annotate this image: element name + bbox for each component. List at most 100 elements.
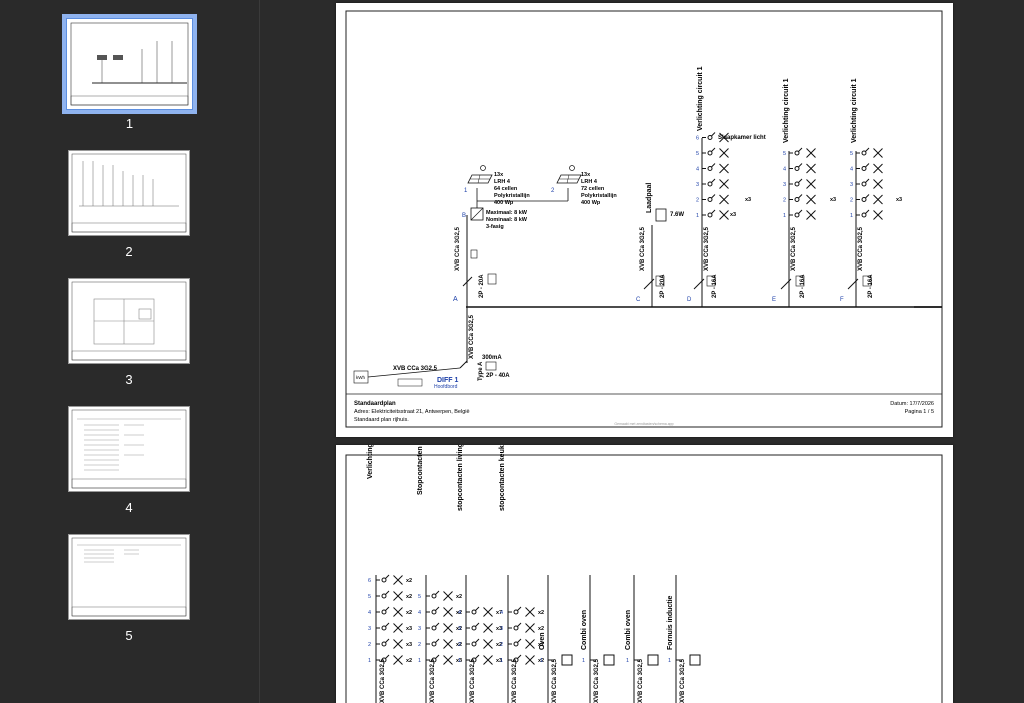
row-number: 3 xyxy=(368,626,371,632)
page2-column: stopcontacten living1 x32 x23 x34 x7XVB CCa … xyxy=(457,445,502,703)
svg-text:2P - 20A: 2P - 20A xyxy=(660,274,666,298)
page2-column-title: stopcontacten living xyxy=(457,445,464,511)
page-thumbnail-2[interactable] xyxy=(68,150,190,236)
thumbnail-label-4: 4 xyxy=(125,500,133,515)
row-number: 4 xyxy=(418,610,421,616)
solar-panel-1: 1 13x LRH 4 64 cellen Polykristallijn 40… xyxy=(464,165,530,206)
row-number: 3 xyxy=(696,182,699,188)
switch-icon xyxy=(707,181,713,187)
row-number: 4 xyxy=(368,610,371,616)
page2-column: Stopcontacten slaapkamers + gang1x32x23x… xyxy=(417,445,462,703)
plan-description: Standaard plan rijhuis. xyxy=(354,417,409,423)
page-thumbnail-1[interactable] xyxy=(62,14,197,114)
switch-icon xyxy=(861,197,867,202)
page2-column-title: Fornuis inductie xyxy=(667,595,674,650)
svg-text:x3: x3 xyxy=(896,197,902,203)
thumbnail-label-1: 1 xyxy=(125,116,134,131)
switch-icon xyxy=(381,641,387,647)
page2-column-title: Stopcontacten slaapkamers + gang xyxy=(417,445,424,495)
count-label: x3 xyxy=(406,626,412,632)
page-thumbnail-4[interactable] xyxy=(68,406,190,492)
thumbnail-2-preview xyxy=(71,153,187,233)
switch-icon xyxy=(471,641,477,647)
document-page-1: A XVB CCa 3G2,5 2P - 20A B Maximaal: 8 k… xyxy=(336,3,953,437)
row-number: 2 xyxy=(458,642,461,648)
svg-text:x3: x3 xyxy=(745,197,751,203)
svg-text:7.6W: 7.6W xyxy=(670,212,684,218)
switch-icon xyxy=(794,212,800,218)
circuit-e-title: Verlichting circuit 1 xyxy=(783,78,790,143)
switch-icon xyxy=(431,625,437,631)
svg-text:13x: 13x xyxy=(581,172,591,178)
svg-text:Nominaal: 8 kW: Nominaal: 8 kW xyxy=(486,217,528,223)
circuit-f-title: Verlichting circuit 1 xyxy=(851,78,858,143)
branch-a-label: A xyxy=(453,296,458,303)
count-label: x2 xyxy=(456,594,462,600)
row-number: 2 xyxy=(850,198,853,204)
switch-icon xyxy=(471,625,477,631)
svg-text:LRH 4: LRH 4 xyxy=(581,179,598,185)
page-thumbnail-5[interactable] xyxy=(68,534,190,620)
row-number: 4 xyxy=(783,167,786,173)
schematic-page-1: A XVB CCa 3G2,5 2P - 20A B Maximaal: 8 k… xyxy=(345,10,943,428)
row-number: 4 xyxy=(458,610,461,616)
cable-a-label: XVB CCa 3G2,5 xyxy=(455,226,461,271)
svg-text:2P - 20A: 2P - 20A xyxy=(479,274,485,298)
svg-text:64 cellen: 64 cellen xyxy=(494,186,518,192)
svg-text:XVB CCa 3G2,5: XVB CCa 3G2,5 xyxy=(791,226,797,271)
svg-text:F: F xyxy=(840,297,844,303)
svg-text:72 cellen: 72 cellen xyxy=(581,186,605,192)
svg-text:XVB CCa 3G2,5: XVB CCa 3G2,5 xyxy=(640,226,646,271)
svg-text:Type A: Type A xyxy=(478,361,484,381)
row-number: 1 xyxy=(850,213,853,219)
charger-title: Laadpaal xyxy=(646,183,653,213)
row-number: 6 xyxy=(696,136,699,142)
thumbnail-label-2: 2 xyxy=(125,244,133,259)
count-label: x2 xyxy=(538,626,544,632)
switch-icon xyxy=(431,593,437,599)
switch-icon xyxy=(861,166,867,171)
svg-text:Gemaakt met zendtasten/schema.: Gemaakt met zendtasten/schema.app xyxy=(614,422,673,426)
page2-column-title: Oven xyxy=(539,632,546,650)
page2-column: Combi oven 1 XVB CCa 3G2,5 xyxy=(625,575,659,703)
row-number: 2 xyxy=(500,642,503,648)
switch-icon xyxy=(513,609,519,615)
svg-text:Hoofdbord: Hoofdbord xyxy=(434,384,458,390)
inverter-label: B xyxy=(462,213,466,219)
svg-text:XVB CCa 3G2,5: XVB CCa 3G2,5 xyxy=(469,314,475,359)
row-number: 1 xyxy=(500,658,503,664)
svg-text:D: D xyxy=(687,297,692,303)
svg-text:LRH 4: LRH 4 xyxy=(494,179,511,185)
svg-text:x3: x3 xyxy=(830,197,836,203)
svg-text:Polykristallijn: Polykristallijn xyxy=(494,193,530,199)
svg-text:XVB CCa 3G2,5: XVB CCa 3G2,5 xyxy=(858,226,864,271)
row-number: 2 xyxy=(696,198,699,204)
switch-icon xyxy=(794,150,800,156)
page2-column: Combi oven 1 XVB CCa 3G2,5 xyxy=(581,575,615,703)
switch-icon xyxy=(707,166,713,171)
appliance-icon xyxy=(603,654,615,666)
svg-text:3-fasig: 3-fasig xyxy=(486,224,504,230)
page2-column-title: stopcontacten keuken + berging xyxy=(499,445,506,511)
page-thumbnail-3[interactable] xyxy=(68,278,190,364)
row-number: 3 xyxy=(850,182,853,188)
svg-text:2P - 16A: 2P - 16A xyxy=(868,274,874,298)
row-number: 4 xyxy=(850,167,853,173)
switch-icon xyxy=(513,625,519,631)
row-number: 1 xyxy=(783,213,786,219)
document-viewer[interactable]: A XVB CCa 3G2,5 2P - 20A B Maximaal: 8 k… xyxy=(260,0,1024,703)
page2-column: Oven 1 XVB CCa 3G2,5 xyxy=(539,575,573,703)
switch-icon xyxy=(381,593,387,599)
count-label: x2 xyxy=(406,610,412,616)
switch-icon xyxy=(707,197,713,202)
svg-text:2P - 16A: 2P - 16A xyxy=(800,274,806,298)
page2-column-title: Combi oven xyxy=(625,610,632,650)
page2-column: Verlichting circuit 2 1 x2 2 x3 3 x3 4 x2 5 x2 6 x2 X… xyxy=(367,445,412,703)
thumbnail-label-3: 3 xyxy=(125,372,133,387)
svg-text:Maximaal: 8 kW: Maximaal: 8 kW xyxy=(486,210,528,216)
row-number: 1 xyxy=(458,658,461,664)
svg-text:300mA: 300mA xyxy=(482,355,502,361)
switch-icon xyxy=(861,150,867,156)
page-number: Pagina 1 / 5 xyxy=(905,409,934,415)
count-label: x2 xyxy=(406,594,412,600)
